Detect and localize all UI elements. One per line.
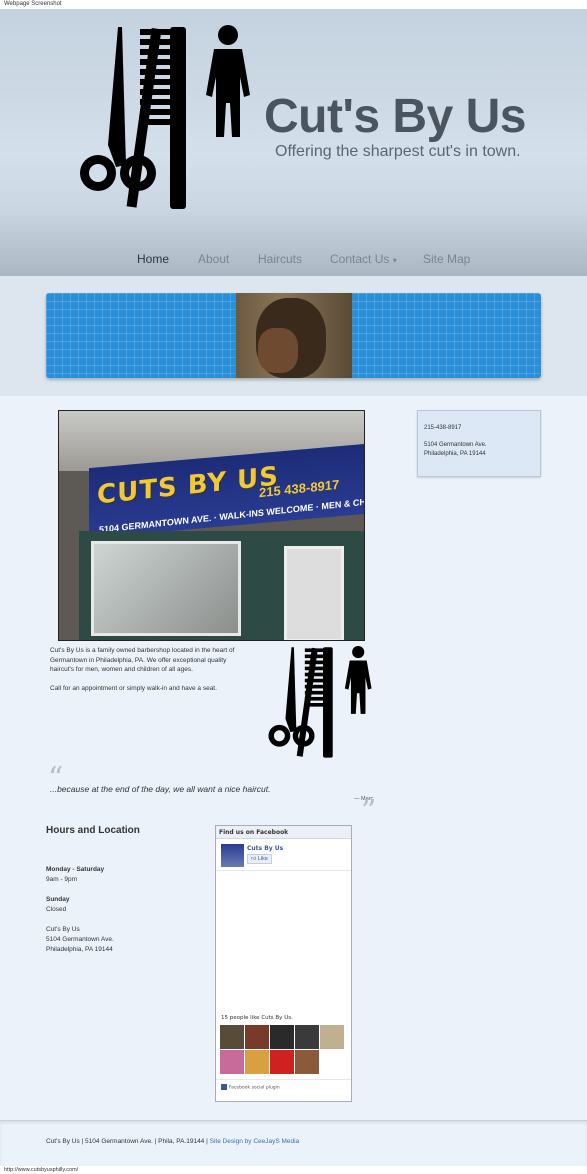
facebook-like-count: 15 people like Cuts By Us. (221, 1015, 293, 1021)
facebook-fan-avatar[interactable] (245, 1050, 269, 1074)
barber-icon (266, 646, 374, 765)
facebook-footer-label[interactable]: Facebook social plugin (229, 1086, 280, 1091)
facebook-fan-avatar[interactable] (270, 1025, 294, 1049)
storefront-window (91, 541, 241, 636)
facebook-fan-avatar[interactable] (295, 1025, 319, 1049)
facebook-like-box: Find us on Facebook Cuts By Us 👍︎ Like 1… (215, 825, 352, 1102)
photo-face (258, 328, 298, 373)
facebook-fan-avatar[interactable] (220, 1050, 244, 1074)
contact-address-line2: Philadelphia, PA 19144 (424, 451, 486, 457)
footer-text: Cut's By Us | 5104 Germantown Ave. | Phi… (46, 1138, 299, 1145)
quote-text: ...because at the end of the day, we all… (50, 784, 271, 794)
nav-item-contact-us-label: Contact Us (330, 252, 390, 266)
storefront-door (284, 546, 344, 640)
quote-close-icon: ” (361, 794, 377, 829)
hours-block: Monday - Saturday 9am - 9pm Sunday Close… (46, 865, 206, 955)
sunday-hours: Closed (46, 906, 67, 913)
hero-banner (46, 293, 541, 378)
barber-logo-icon[interactable] (78, 25, 252, 218)
facebook-footer: Facebook social plugin (216, 1079, 351, 1091)
facebook-header: Find us on Facebook (216, 826, 351, 839)
intro-text: Cut's By Us is a family owned barbershop… (50, 646, 250, 693)
facebook-faces (220, 1025, 348, 1075)
sunday-label: Sunday (46, 896, 70, 903)
facebook-like-label: Like (257, 856, 268, 862)
nav-item-contact-us[interactable]: Contact Us ▾ (330, 252, 397, 266)
site-header: Cut's By Us Offering the sharpest cut's … (0, 9, 587, 276)
footer-credit-link[interactable]: Site Design by CeeJayS Media (210, 1138, 300, 1145)
intro-paragraph: Cut's By Us is a family owned barbershop… (50, 647, 235, 673)
site-tagline: Offering the sharpest cut's in town. (275, 143, 521, 160)
window-title: Webpage Screenshot (0, 0, 587, 9)
haircut-photo (236, 293, 352, 378)
nav-item-site-map[interactable]: Site Map (423, 252, 470, 266)
facebook-icon (221, 1084, 227, 1090)
location-address-line1: 5104 Germantown Ave. (46, 936, 114, 943)
thumbs-up-icon: 👍︎ (251, 856, 257, 862)
facebook-fan-avatar[interactable] (270, 1050, 294, 1074)
footer-address: Cut's By Us | 5104 Germantown Ave. | Phi… (46, 1138, 210, 1145)
contact-address-line1: 5104 Germantown Ave. (424, 442, 487, 448)
facebook-page-name[interactable]: Cuts By Us (247, 845, 283, 852)
nav-item-home[interactable]: Home (137, 252, 169, 266)
weekday-label: Monday - Saturday (46, 866, 105, 873)
hours-title: Hours and Location (46, 825, 140, 836)
location-address-line2: Philadelphia, PA 19144 (46, 946, 113, 953)
facebook-page-info: Cuts By Us 👍︎ Like (216, 839, 351, 871)
intro-paragraph: Call for an appointment or simply walk-i… (50, 684, 217, 692)
facebook-fan-avatar[interactable] (220, 1025, 244, 1049)
contact-box: 215-438-8917 5104 Germantown Ave. Philad… (417, 410, 541, 477)
facebook-fan-avatar[interactable] (245, 1025, 269, 1049)
weekday-hours: 9am - 9pm (46, 876, 78, 883)
business-name: Cut's By Us (46, 926, 80, 933)
storefront-facade (79, 531, 364, 640)
contact-phone: 215-438-8917 (424, 425, 462, 431)
nav-item-haircuts[interactable]: Haircuts (258, 252, 302, 266)
facebook-fan-avatar[interactable] (295, 1050, 319, 1074)
nav-item-about[interactable]: About (198, 252, 229, 266)
facebook-like-button[interactable]: 👍︎ Like (247, 854, 272, 864)
chevron-down-icon: ▾ (392, 256, 397, 265)
facebook-fan-avatar[interactable] (320, 1025, 344, 1049)
main-nav: Home About Haircuts Contact Us ▾ Site Ma… (0, 244, 587, 276)
site-title: Cut's By Us (264, 90, 526, 143)
status-url: http://www.cutsbyusphilly.com/ (0, 1166, 587, 1174)
storefront-photo: CUTS BY US 215 438-8917 5104 GERMANTOWN … (58, 410, 365, 641)
facebook-page-thumbnail[interactable] (221, 844, 244, 867)
